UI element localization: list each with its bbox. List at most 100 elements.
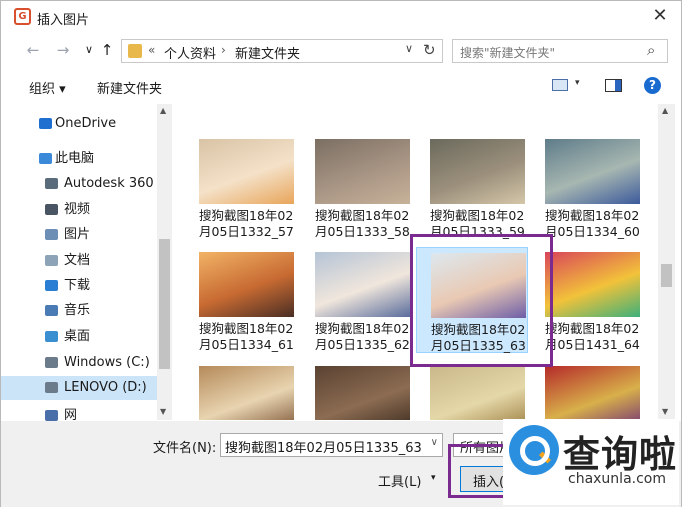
filename-field[interactable]: 搜狗截图18年02月05日1335_63 ∨ xyxy=(220,433,443,457)
sidebar-item-icon xyxy=(45,410,58,421)
sidebar-item-label: 音乐 xyxy=(64,303,91,318)
image-thumbnail xyxy=(545,252,640,317)
file-tile[interactable]: 搜狗截图18年02 月05日1334_60 xyxy=(531,134,643,240)
file-name: 搜狗截图18年02 月05日1334_61 xyxy=(199,321,309,353)
file-name-line-2: 月05日1334_61 xyxy=(199,337,294,352)
sidebar-item-label: 此电脑 xyxy=(55,151,95,166)
sidebar-item-label: 视频 xyxy=(64,202,91,217)
sidebar-item[interactable]: 桌面 xyxy=(1,325,157,349)
file-list-scroll-thumb[interactable] xyxy=(661,264,672,287)
image-thumbnail xyxy=(199,252,294,317)
file-tile[interactable]: 搜狗截图18年02 月05日1333_59 xyxy=(416,134,528,240)
image-thumbnail xyxy=(545,139,640,204)
file-name: 搜狗截图18年02 月05日1431_64 xyxy=(545,321,655,353)
image-thumbnail xyxy=(430,366,525,420)
file-name: 搜狗截图18年02 月05日1334_60 xyxy=(545,208,655,240)
file-name-line-1: 搜狗截图18年02 xyxy=(545,321,640,336)
tools-menu[interactable]: 工具(L) xyxy=(378,471,421,490)
preview-pane-icon[interactable] xyxy=(605,79,622,92)
sidebar-item-icon xyxy=(45,204,58,215)
file-list-scrollbar[interactable]: ▲ ▼ xyxy=(658,104,675,420)
image-thumbnail xyxy=(199,139,294,204)
folder-icon xyxy=(128,44,142,58)
sidebar-item-label: 文档 xyxy=(64,253,91,268)
sidebar-item[interactable]: LENOVO (D:) xyxy=(1,376,157,400)
forward-arrow-icon[interactable]: → xyxy=(53,40,73,60)
filename-value: 搜狗截图18年02月05日1335_63 xyxy=(225,441,422,456)
sidebar-item[interactable]: 文档 xyxy=(1,249,157,273)
search-icon[interactable]: ⌕ xyxy=(647,41,655,59)
sidebar-item-label: Autodesk 360 xyxy=(64,176,154,191)
file-name-line-2: 月05日1335_62 xyxy=(315,337,410,352)
sidebar-item-label: LENOVO (D:) xyxy=(64,380,147,395)
sidebar-item-icon xyxy=(45,382,58,393)
scroll-down-icon[interactable]: ▼ xyxy=(160,407,166,416)
scroll-down-icon[interactable]: ▼ xyxy=(662,407,668,416)
sidebar-item[interactable]: Autodesk 360 xyxy=(1,172,157,196)
scroll-up-icon[interactable]: ▲ xyxy=(160,106,166,115)
address-bar[interactable]: « 个人资料 › 新建文件夹 ∨ ↻ xyxy=(121,39,443,63)
file-tile[interactable]: 搜狗截图18年02 月05日1335_62 xyxy=(301,247,413,353)
help-icon[interactable]: ? xyxy=(644,77,661,94)
view-options-caret[interactable]: ▾ xyxy=(575,78,580,88)
file-name-line-2: 月05日1333_58 xyxy=(315,224,410,239)
insert-picture-dialog: G 插入图片 ✕ ← → ∨ ↑ « 个人资料 › 新建文件夹 ∨ ↻ 搜索"新… xyxy=(0,0,682,507)
file-name-line-2: 月05日1334_60 xyxy=(545,224,640,239)
up-arrow-icon[interactable]: ↑ xyxy=(97,40,117,60)
file-tile[interactable] xyxy=(301,361,413,420)
navigation-pane: OneDrive 此电脑 Autodesk 360 视频图片文档下载音乐桌面 Windo… xyxy=(1,104,173,423)
sidebar-item[interactable]: OneDrive xyxy=(1,112,157,136)
file-name: 搜狗截图18年02 月05日1333_58 xyxy=(315,208,425,240)
scroll-up-icon[interactable]: ▲ xyxy=(662,106,668,115)
address-dropdown-icon[interactable]: ∨ xyxy=(405,42,413,55)
sidebar-scroll-thumb[interactable] xyxy=(159,239,170,369)
sidebar-item-icon xyxy=(45,178,58,189)
sidebar-item[interactable]: 音乐 xyxy=(1,299,157,323)
sidebar-item-icon xyxy=(45,305,58,316)
sidebar-item-label: Windows (C:) xyxy=(64,355,150,370)
sidebar-item[interactable]: 视频 xyxy=(1,198,157,222)
sidebar-item-label: OneDrive xyxy=(55,116,117,131)
close-button[interactable]: ✕ xyxy=(647,5,673,29)
file-name-line-2: 月05日1431_64 xyxy=(545,337,640,352)
file-tile[interactable] xyxy=(531,361,643,420)
tools-caret-icon[interactable]: ▾ xyxy=(431,473,436,483)
new-folder-button[interactable]: 新建文件夹 xyxy=(97,78,162,97)
file-tile[interactable]: 搜狗截图18年02 月05日1334_61 xyxy=(185,247,297,353)
search-input[interactable]: 搜索"新建文件夹" xyxy=(460,44,555,61)
view-mode-icon[interactable] xyxy=(552,79,568,91)
file-tile[interactable]: 搜狗截图18年02 月05日1333_58 xyxy=(301,134,413,240)
command-bar: 组织 ▾ 新建文件夹 ▾ ? xyxy=(1,69,681,103)
file-tile[interactable] xyxy=(185,361,297,420)
breadcrumb-separator: › xyxy=(221,43,226,57)
breadcrumb-personal[interactable]: 个人资料 xyxy=(164,43,216,62)
file-name-line-1: 搜狗截图18年02 xyxy=(545,208,640,223)
sidebar-item[interactable]: Windows (C:) xyxy=(1,351,157,375)
filename-label: 文件名(N): xyxy=(153,441,217,456)
sidebar-item[interactable]: 下载 xyxy=(1,274,157,298)
organize-menu[interactable]: 组织 ▾ xyxy=(29,78,66,97)
wps-app-icon: G xyxy=(14,8,31,25)
breadcrumb-overflow[interactable]: « xyxy=(148,43,155,57)
file-tile[interactable] xyxy=(416,361,528,420)
image-thumbnail xyxy=(315,366,410,420)
file-name: 搜狗截图18年02 月05日1332_57 xyxy=(199,208,309,240)
breadcrumb-new-folder[interactable]: 新建文件夹 xyxy=(235,43,300,62)
window-title: 插入图片 xyxy=(37,13,90,28)
file-name: 搜狗截图18年02 月05日1335_62 xyxy=(315,321,425,353)
sidebar-item[interactable]: 图片 xyxy=(1,223,157,247)
back-arrow-icon[interactable]: ← xyxy=(23,40,43,60)
file-name-line-1: 搜狗截图18年02 xyxy=(430,208,525,223)
recent-dropdown-icon[interactable]: ∨ xyxy=(79,40,99,60)
watermark-url: chaxunla.com xyxy=(568,471,666,487)
file-name-line-2: 月05日1332_57 xyxy=(199,224,294,239)
sidebar-item-icon xyxy=(39,118,52,129)
image-thumbnail xyxy=(545,366,640,420)
image-thumbnail xyxy=(315,252,410,317)
sidebar-scrollbar[interactable]: ▲ ▼ xyxy=(157,104,172,420)
filename-dropdown-icon[interactable]: ∨ xyxy=(431,437,438,448)
refresh-icon[interactable]: ↻ xyxy=(423,41,436,59)
file-tile[interactable]: 搜狗截图18年02 月05日1332_57 xyxy=(185,134,297,240)
search-box[interactable]: 搜索"新建文件夹" ⌕ xyxy=(452,39,668,63)
sidebar-item[interactable]: 此电脑 xyxy=(1,147,157,171)
